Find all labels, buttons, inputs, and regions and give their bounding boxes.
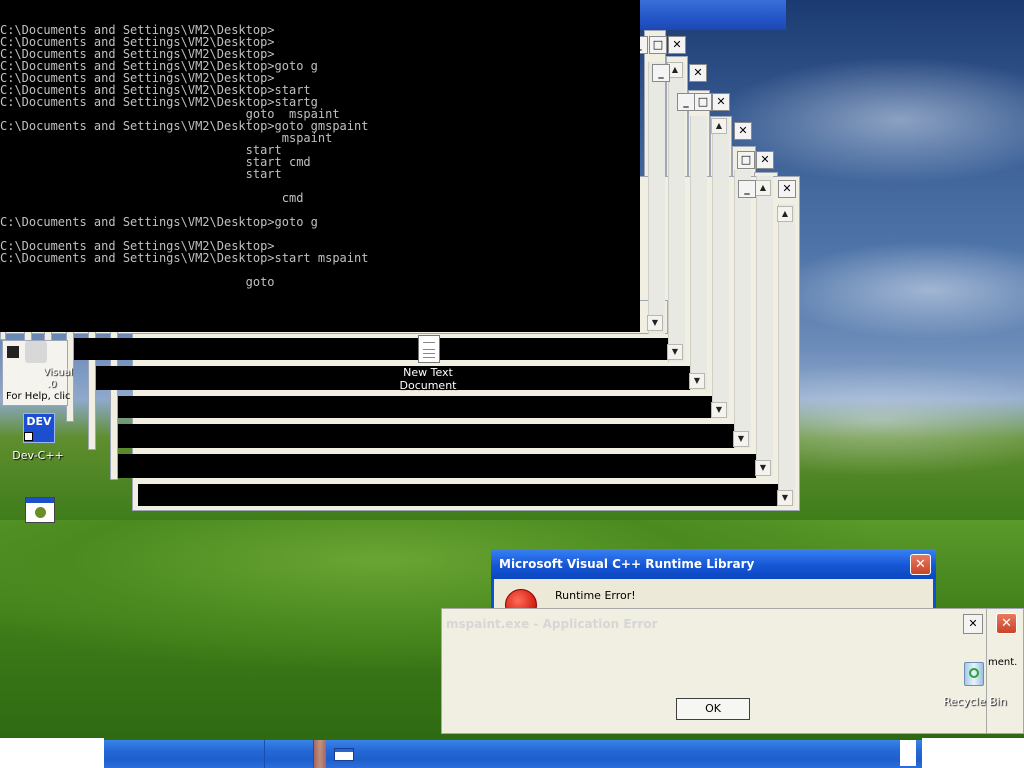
close-button[interactable]: ✕ bbox=[756, 151, 774, 169]
console-scrollbar[interactable] bbox=[648, 62, 665, 334]
minimize-button[interactable]: _ bbox=[677, 93, 695, 111]
paint-status-text: For Help, clic bbox=[6, 391, 71, 402]
application-error-title: mspaint.exe - Application Error bbox=[446, 617, 658, 631]
background-dialog-text: ment. bbox=[988, 657, 1018, 668]
runtime-error-close-button[interactable]: ✕ bbox=[910, 554, 931, 575]
paint-window[interactable]: Visual .0 For Help, clic bbox=[2, 340, 73, 406]
dev-cpp-label[interactable]: Dev-C++ bbox=[4, 449, 72, 462]
background-dialog-close-button[interactable]: ✕ bbox=[996, 613, 1017, 634]
console-scrollbar[interactable] bbox=[690, 116, 707, 390]
console-scrollbar[interactable] bbox=[734, 170, 751, 448]
scroll-up-arrow[interactable]: ▲ bbox=[755, 180, 771, 196]
scroll-up-arrow[interactable]: ▲ bbox=[777, 206, 793, 222]
scroll-down-arrow[interactable]: ▼ bbox=[667, 344, 683, 360]
paint-tool-icon[interactable] bbox=[7, 346, 19, 358]
application-error-close-button[interactable]: ✕ bbox=[963, 614, 983, 634]
close-button[interactable]: ✕ bbox=[689, 64, 707, 82]
text-document-icon[interactable] bbox=[418, 335, 440, 363]
runtime-error-title-bar[interactable]: Microsoft Visual C++ Runtime Library bbox=[491, 549, 936, 579]
background-dialog[interactable]: ✕ ment. bbox=[985, 608, 1024, 734]
taskbar-blank-right bbox=[922, 738, 1024, 768]
new-text-document-label-line2: Document bbox=[399, 379, 457, 392]
console-scrollbar[interactable] bbox=[712, 118, 729, 418]
scroll-down-arrow[interactable]: ▼ bbox=[711, 402, 727, 418]
console-body bbox=[118, 424, 734, 448]
close-button[interactable]: ✕ bbox=[668, 36, 686, 54]
program-icon[interactable] bbox=[25, 497, 55, 523]
recycle-bin-icon[interactable] bbox=[961, 658, 987, 688]
scroll-down-arrow[interactable]: ▼ bbox=[755, 460, 771, 476]
console-body bbox=[74, 338, 670, 360]
console-body bbox=[118, 396, 714, 418]
close-button[interactable]: ✕ bbox=[734, 122, 752, 140]
taskbar-blank-left bbox=[0, 738, 104, 768]
console-line: goto bbox=[0, 275, 275, 289]
scroll-down-arrow[interactable]: ▼ bbox=[647, 315, 663, 331]
console-output: C:\Documents and Settings\VM2\Desktop> C:… bbox=[0, 0, 640, 288]
console-line: C:\Documents and Settings\VM2\Desktop>st… bbox=[0, 251, 369, 265]
scroll-down-arrow[interactable]: ▼ bbox=[777, 490, 793, 506]
window-title-bar[interactable] bbox=[640, 0, 786, 30]
scroll-down-arrow[interactable]: ▼ bbox=[689, 373, 705, 389]
maximize-button[interactable]: □ bbox=[649, 36, 667, 54]
close-button[interactable]: ✕ bbox=[778, 180, 796, 198]
runtime-error-title: Microsoft Visual C++ Runtime Library bbox=[499, 557, 755, 571]
console-body bbox=[118, 454, 756, 478]
visual-label-version: .0 bbox=[47, 379, 57, 390]
scroll-down-arrow[interactable]: ▼ bbox=[733, 431, 749, 447]
minimize-button[interactable]: _ bbox=[652, 64, 670, 82]
taskbar[interactable] bbox=[104, 740, 922, 768]
paint-app-icon bbox=[25, 341, 47, 363]
console-window[interactable]: C:\Documents and Settings\VM2\Desktop> C:… bbox=[0, 0, 640, 332]
console-line: C:\Documents and Settings\VM2\Desktop>go… bbox=[0, 215, 318, 229]
taskbar-window-icon[interactable] bbox=[334, 748, 354, 761]
ok-button[interactable]: OK bbox=[676, 698, 750, 720]
new-text-document-label-line1: New Text bbox=[403, 366, 453, 379]
maximize-button[interactable]: □ bbox=[737, 151, 755, 169]
maximize-button[interactable]: □ bbox=[694, 93, 712, 111]
close-button[interactable]: ✕ bbox=[712, 93, 730, 111]
new-text-document-label[interactable]: New Text Document bbox=[388, 366, 468, 392]
console-line: cmd bbox=[0, 191, 304, 205]
gear-icon bbox=[35, 507, 46, 518]
minimize-button[interactable]: _ bbox=[738, 180, 756, 198]
recycle-bin-label[interactable]: Recycle Bin bbox=[940, 695, 1010, 708]
runtime-error-message: Runtime Error! bbox=[555, 589, 636, 602]
visual-label: Visual bbox=[43, 367, 73, 378]
console-body bbox=[138, 484, 778, 506]
console-scrollbar[interactable] bbox=[778, 204, 795, 506]
taskbar-marker bbox=[314, 740, 326, 768]
taskbar-block bbox=[900, 740, 916, 766]
console-line: start bbox=[0, 167, 282, 181]
taskbar-separator bbox=[264, 740, 314, 768]
dev-cpp-badge: DEV bbox=[26, 415, 52, 428]
application-error-dialog[interactable]: mspaint.exe - Application Error ✕ OK bbox=[441, 608, 987, 734]
console-scrollbar[interactable] bbox=[756, 176, 773, 476]
shortcut-arrow-icon bbox=[24, 432, 33, 441]
scroll-up-arrow[interactable]: ▲ bbox=[711, 118, 727, 134]
